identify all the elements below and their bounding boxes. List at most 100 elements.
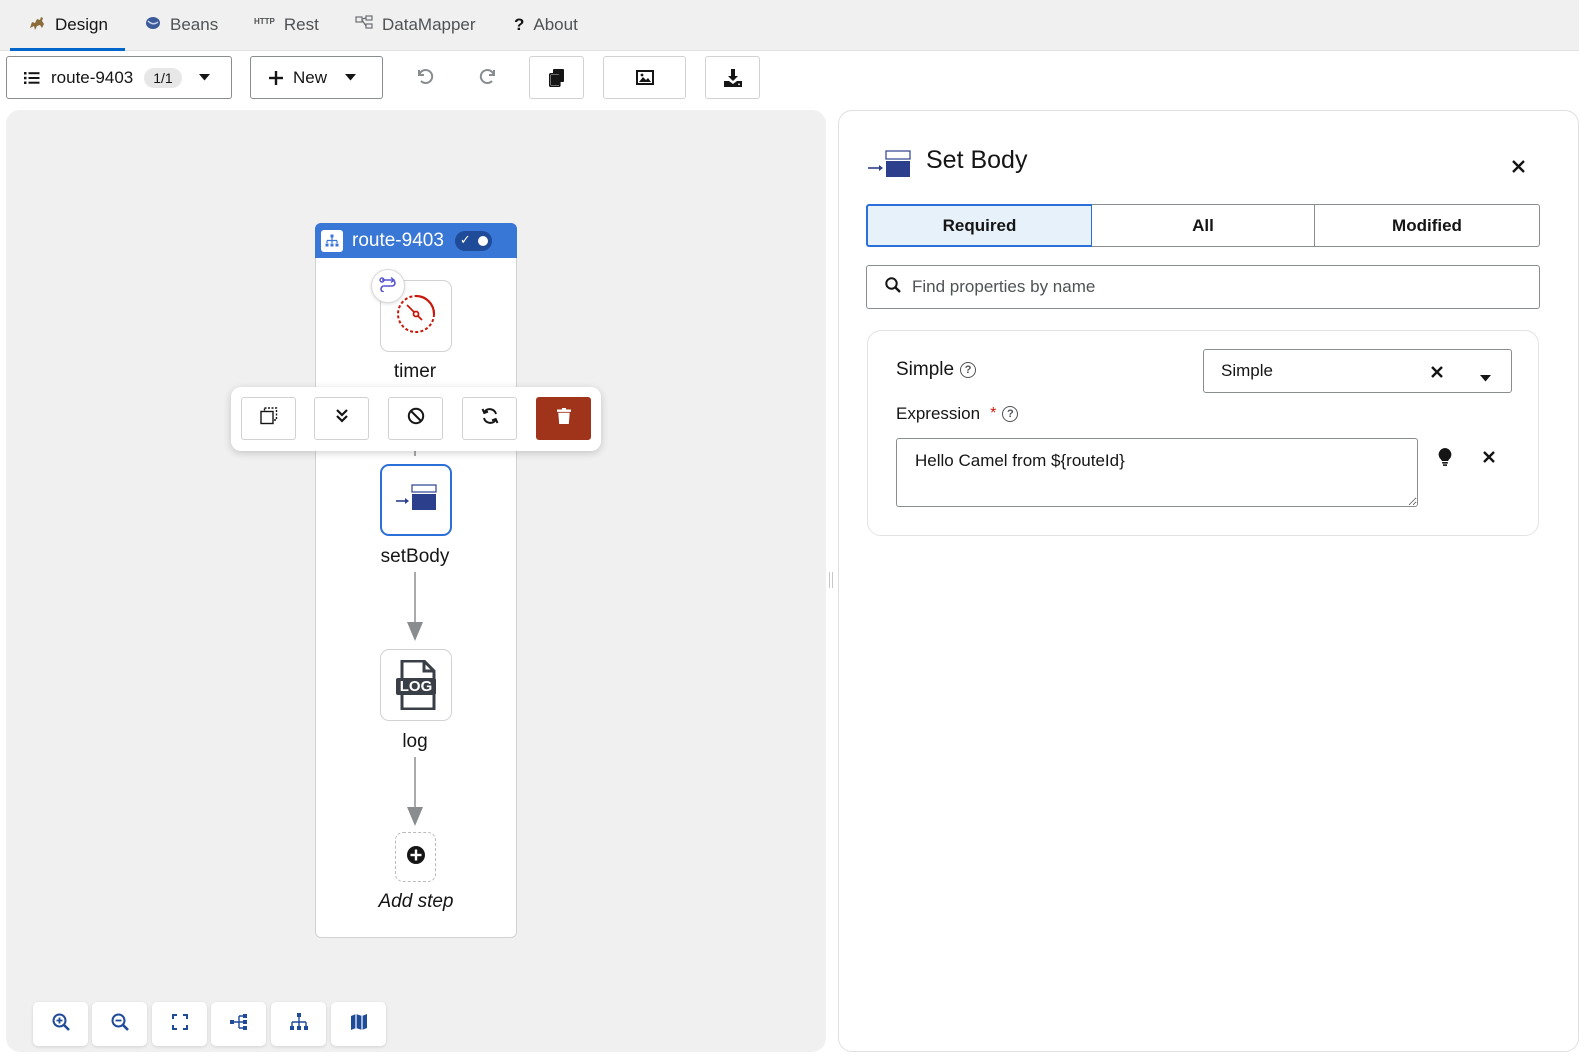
duplicate-step-button[interactable] xyxy=(241,397,296,440)
tab-label: Beans xyxy=(170,15,219,34)
download-button[interactable] xyxy=(705,56,760,99)
language-select-value: Simple xyxy=(1221,361,1273,380)
ban-icon xyxy=(407,407,425,430)
copy-source-button[interactable] xyxy=(529,56,584,99)
language-label-row: Simple ? xyxy=(896,359,977,381)
zoom-in-icon xyxy=(52,1013,70,1036)
zoom-in-button[interactable] xyxy=(33,1002,88,1046)
close-icon xyxy=(1511,160,1525,178)
tab-label: Design xyxy=(55,15,108,34)
expression-textarea[interactable]: Hello Camel from ${routeId} xyxy=(896,438,1418,507)
search-icon xyxy=(885,276,901,298)
connector-arrow xyxy=(407,572,423,641)
redo-button[interactable] xyxy=(468,56,508,99)
undo-button[interactable] xyxy=(404,56,444,99)
tab-design[interactable]: Design xyxy=(10,0,125,51)
required-marker: * xyxy=(990,405,997,422)
map-icon xyxy=(350,1013,368,1035)
image-icon xyxy=(635,70,654,85)
help-icon[interactable]: ? xyxy=(1002,406,1019,422)
horizontal-layout-icon xyxy=(229,1013,248,1035)
caret-down-icon xyxy=(345,74,357,81)
panel-resize-handle[interactable] xyxy=(829,572,833,588)
expression-label-row: Expression * ? xyxy=(896,404,1019,424)
step-label: log xyxy=(402,731,428,752)
expression-label: Expression xyxy=(896,404,981,423)
collapse-step-button[interactable] xyxy=(314,397,369,440)
sync-icon xyxy=(481,407,499,430)
fit-view-button[interactable] xyxy=(152,1002,207,1046)
route-title: route-9403 xyxy=(352,229,444,251)
camel-icon xyxy=(28,14,46,37)
vertical-layout-button[interactable] xyxy=(271,1002,326,1046)
clear-icon[interactable] xyxy=(1431,363,1443,383)
http-icon: HTTP xyxy=(254,16,275,26)
caret-down-icon xyxy=(1480,367,1491,387)
step-label: setBody xyxy=(380,546,450,567)
question-icon: ? xyxy=(514,15,525,34)
plus-circle-icon xyxy=(406,845,426,870)
connector-arrow xyxy=(407,757,423,826)
clear-expression-button[interactable] xyxy=(1477,447,1501,471)
tab-about[interactable]: ? About xyxy=(514,0,578,50)
trash-icon xyxy=(556,408,571,429)
bean-icon xyxy=(145,15,161,36)
plus-icon xyxy=(269,70,283,85)
tab-label: Rest xyxy=(283,15,319,34)
filter-tab-all[interactable]: All xyxy=(1092,204,1315,247)
tab-datamapper[interactable]: DataMapper xyxy=(355,0,476,50)
zoom-out-button[interactable] xyxy=(92,1002,147,1046)
step-route-badge xyxy=(371,269,405,303)
panel-title: Set Body xyxy=(926,146,1028,174)
tab-label: DataMapper xyxy=(382,15,476,34)
expand-icon xyxy=(171,1013,188,1035)
language-label: Simple xyxy=(896,359,955,380)
search-input[interactable] xyxy=(912,277,1512,297)
download-icon xyxy=(723,68,742,87)
caret-down-icon xyxy=(198,74,210,81)
zoom-out-icon xyxy=(111,1013,129,1036)
legend-button[interactable] xyxy=(331,1002,386,1046)
lightbulb-icon xyxy=(1438,447,1452,471)
main-tabs: Design Beans HTTP Rest DataMapper ? Abou… xyxy=(0,0,1579,51)
list-icon xyxy=(24,71,40,85)
undo-icon xyxy=(415,66,434,90)
replace-step-button[interactable] xyxy=(462,397,517,440)
expression-hint-button[interactable] xyxy=(1433,447,1457,471)
add-step-label: Add step xyxy=(378,891,454,912)
redo-icon xyxy=(479,66,498,90)
route-header[interactable]: route-9403 ✓ xyxy=(315,223,517,258)
filter-tab-required[interactable]: Required xyxy=(866,204,1093,247)
filter-tab-modified[interactable]: Modified xyxy=(1314,204,1540,247)
close-panel-button[interactable] xyxy=(1506,157,1530,181)
properties-panel xyxy=(838,110,1579,1052)
add-step-button[interactable] xyxy=(395,832,436,882)
horizontal-layout-button[interactable] xyxy=(211,1002,266,1046)
set-body-icon xyxy=(394,483,438,517)
duplicate-icon xyxy=(259,407,278,430)
tab-beans[interactable]: Beans xyxy=(145,0,218,50)
route-count-badge: 1/1 xyxy=(144,67,182,88)
route-selector-label: route-9403 xyxy=(51,67,134,87)
language-select[interactable]: Simple xyxy=(1203,349,1512,393)
route-selector[interactable]: route-9403 1/1 xyxy=(6,56,232,99)
double-chevron-down-icon xyxy=(335,409,348,428)
route-enabled-toggle[interactable]: ✓ xyxy=(454,230,492,251)
copy-icon xyxy=(548,68,565,87)
tab-rest[interactable]: HTTP Rest xyxy=(254,0,319,50)
export-image-button[interactable] xyxy=(603,56,686,99)
delete-step-button[interactable] xyxy=(536,397,591,440)
disable-step-button[interactable] xyxy=(388,397,443,440)
timer-icon xyxy=(394,292,438,341)
check-icon: ✓ xyxy=(459,231,471,247)
datamapper-icon xyxy=(355,14,373,36)
help-icon[interactable]: ? xyxy=(960,362,977,378)
step-context-toolbar xyxy=(231,387,601,451)
property-search xyxy=(866,265,1540,309)
close-icon xyxy=(1483,450,1495,468)
route-icon xyxy=(321,229,343,252)
log-icon: LOG xyxy=(394,660,438,710)
step-log[interactable]: LOG xyxy=(380,649,452,721)
new-button[interactable]: New xyxy=(250,56,383,99)
step-setbody[interactable] xyxy=(380,464,452,536)
